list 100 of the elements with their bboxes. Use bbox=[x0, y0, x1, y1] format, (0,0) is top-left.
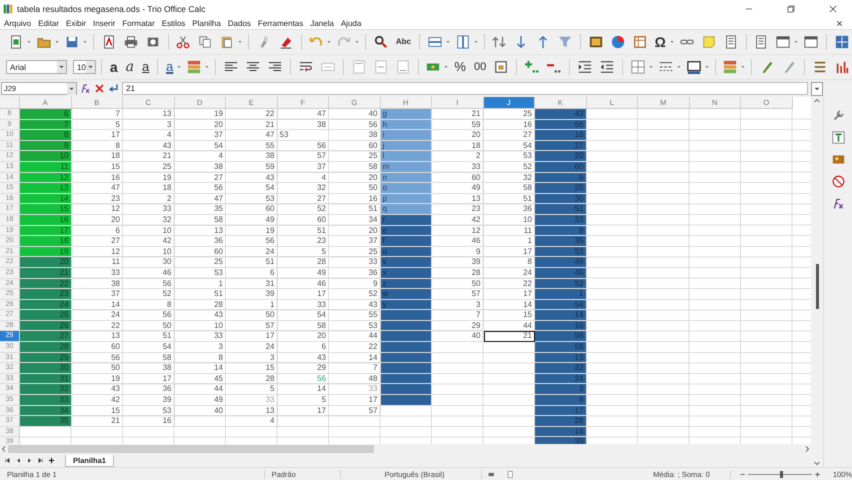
document-icon[interactable] bbox=[506, 470, 514, 478]
caret-icon[interactable] bbox=[82, 39, 88, 45]
table-cell: 23 bbox=[20, 289, 72, 300]
table-cell: 27 bbox=[174, 172, 226, 184]
menu-item[interactable]: Janela bbox=[310, 18, 334, 28]
caret-icon[interactable] bbox=[443, 64, 450, 70]
next-sheet-icon[interactable] bbox=[26, 457, 33, 464]
caret-icon[interactable] bbox=[26, 39, 32, 45]
caret-icon[interactable] bbox=[54, 39, 60, 45]
menu-item[interactable]: Inserir bbox=[93, 18, 116, 28]
caret-icon[interactable] bbox=[740, 64, 746, 70]
gallery-icon[interactable] bbox=[832, 153, 845, 166]
menu-item[interactable]: Estilos bbox=[162, 18, 186, 28]
caret-icon[interactable] bbox=[444, 39, 450, 45]
dropdown-icon[interactable] bbox=[86, 61, 96, 73]
underline-icon[interactable]: a bbox=[139, 60, 152, 74]
caret-icon[interactable] bbox=[668, 39, 675, 45]
caret-icon[interactable] bbox=[472, 39, 478, 45]
first-sheet-icon[interactable] bbox=[4, 457, 11, 464]
bold-icon[interactable]: a bbox=[106, 60, 121, 74]
accept-icon[interactable] bbox=[108, 83, 119, 94]
table-cell: 13 bbox=[123, 109, 174, 120]
table-cell: 53 bbox=[329, 320, 380, 332]
table-cell: 15 bbox=[72, 162, 123, 173]
table-cell: 58 bbox=[278, 320, 329, 332]
dropdown-icon[interactable] bbox=[56, 61, 66, 73]
table-cell: 14 bbox=[535, 426, 586, 438]
table-cell: 19 bbox=[20, 246, 72, 258]
close-icon[interactable] bbox=[835, 18, 844, 28]
close-icon[interactable] bbox=[828, 4, 838, 14]
table-cell: 50 bbox=[432, 278, 484, 290]
caret-icon[interactable] bbox=[354, 39, 360, 45]
table-cell: 59 bbox=[226, 162, 278, 173]
menu-item[interactable]: Ajuda bbox=[340, 18, 362, 28]
table-cell: 32 bbox=[20, 384, 72, 396]
function-wizard-icon[interactable] bbox=[80, 83, 91, 94]
caret-icon[interactable] bbox=[237, 39, 244, 45]
table-cell: 25 bbox=[123, 162, 174, 173]
previous-sheet-icon[interactable] bbox=[15, 457, 22, 464]
table-cell: 53 bbox=[123, 406, 174, 416]
window-title: tabela resultados megasena.ods - Trio Office Calc bbox=[17, 4, 206, 14]
italic-icon[interactable]: a bbox=[122, 60, 138, 74]
font-name-field[interactable]: Arial bbox=[6, 60, 67, 74]
table-cell: 24 bbox=[226, 246, 278, 258]
table-cell: 51 bbox=[535, 204, 586, 215]
wrench-icon[interactable] bbox=[832, 109, 845, 122]
caret-icon[interactable] bbox=[326, 39, 332, 45]
menu-item[interactable]: Arquivo bbox=[4, 18, 32, 28]
menu-item[interactable]: Exibir bbox=[66, 18, 86, 28]
scroll-right-icon[interactable] bbox=[803, 445, 812, 454]
last-sheet-icon[interactable] bbox=[37, 457, 44, 464]
table-cell: 3 bbox=[432, 300, 484, 310]
omega-icon[interactable]: Ω bbox=[652, 35, 669, 49]
font-size-field[interactable]: 10 bbox=[72, 60, 96, 74]
scroll-left-icon[interactable] bbox=[0, 445, 8, 454]
table-cell: 50 bbox=[72, 363, 123, 374]
caret-icon[interactable] bbox=[704, 64, 710, 70]
menu-item[interactable]: Planilha bbox=[192, 18, 221, 28]
table-cell: 60 bbox=[432, 172, 484, 184]
menu-item[interactable]: Formatar bbox=[122, 18, 155, 28]
function-icon[interactable] bbox=[832, 197, 845, 210]
table-cell: o bbox=[380, 183, 432, 194]
caret-icon[interactable] bbox=[793, 39, 800, 45]
spelling-icon[interactable]: Abc bbox=[392, 35, 414, 49]
menu-item[interactable]: Ferramentas bbox=[258, 18, 304, 28]
caret-icon[interactable] bbox=[176, 64, 182, 70]
add-sheet-icon[interactable] bbox=[48, 457, 55, 464]
font-color-icon[interactable]: a bbox=[163, 60, 176, 74]
scroll-up-icon[interactable] bbox=[813, 97, 822, 105]
caret-icon[interactable] bbox=[204, 64, 210, 70]
menu-item[interactable]: Editar bbox=[38, 18, 60, 28]
scrollbar-thumb[interactable] bbox=[816, 264, 820, 310]
table-cell: 13 bbox=[174, 226, 226, 236]
table-cell: 42 bbox=[123, 236, 174, 247]
table-cell: 6 bbox=[72, 226, 123, 236]
table-cell: 27 bbox=[535, 140, 586, 152]
dropdown-icon[interactable] bbox=[67, 82, 76, 94]
cancel-icon[interactable] bbox=[94, 83, 105, 94]
table-cell: 46 bbox=[432, 236, 484, 247]
caret-icon[interactable] bbox=[648, 64, 654, 70]
table-cell: 56 bbox=[72, 352, 123, 364]
table-cell: 60 bbox=[226, 204, 278, 215]
scrollbar-thumb[interactable] bbox=[8, 445, 374, 454]
restore-icon[interactable] bbox=[786, 4, 796, 14]
table-cell: 28 bbox=[174, 300, 226, 310]
zoom-in-icon[interactable] bbox=[814, 470, 821, 478]
scroll-down-icon[interactable] bbox=[813, 459, 822, 467]
formula-input[interactable]: 21 bbox=[122, 82, 808, 95]
menu-item[interactable]: Dados bbox=[228, 18, 251, 28]
percent-icon[interactable]: % bbox=[451, 60, 469, 74]
table-cell: 18 bbox=[123, 183, 174, 194]
table-cell: 39 bbox=[535, 437, 586, 444]
text-icon[interactable] bbox=[832, 131, 845, 144]
table-cell: 54 bbox=[278, 310, 329, 321]
table-cell: 56 bbox=[226, 236, 278, 247]
decimal-icon[interactable]: 00 bbox=[470, 60, 490, 74]
table-cell: 58 bbox=[123, 352, 174, 364]
caret-icon[interactable] bbox=[676, 64, 682, 70]
table-cell: 40 bbox=[174, 406, 226, 416]
expand-icon[interactable] bbox=[811, 82, 823, 96]
